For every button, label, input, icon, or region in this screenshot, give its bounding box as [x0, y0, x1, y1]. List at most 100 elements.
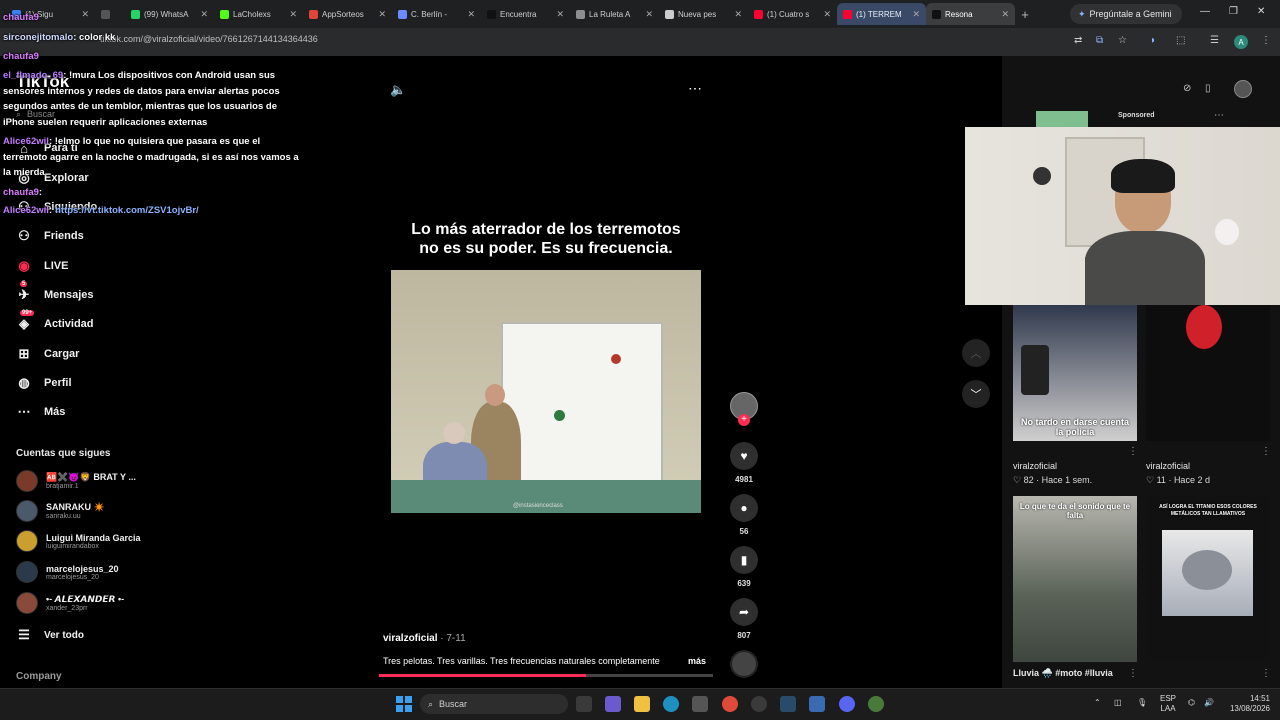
nav-item[interactable]: ✈ 5 Mensajes: [16, 281, 94, 303]
bookmark-star-icon[interactable]: ☆: [1118, 35, 1127, 46]
language-indicator[interactable]: ESP LAA: [1160, 694, 1176, 714]
share-button[interactable]: ➦ 807: [730, 598, 758, 640]
thumb-1-more-icon[interactable]: ⋮: [1128, 446, 1138, 457]
following-account[interactable]: marcelojesus_20 marcelojesus_20: [16, 561, 119, 583]
save-button[interactable]: ▮ 639: [730, 546, 758, 588]
app-icon[interactable]: [809, 696, 825, 712]
tab-close-icon[interactable]: ✕: [1001, 9, 1009, 20]
file-explorer-icon[interactable]: [634, 696, 650, 712]
widgets-icon[interactable]: [605, 696, 621, 712]
like-button[interactable]: ♥ 4981: [730, 442, 758, 484]
thumb-3-more-icon[interactable]: ⋮: [1128, 668, 1138, 679]
video-author[interactable]: viralzoficial · 7-11: [383, 633, 466, 644]
microphone-icon[interactable]: 🎙: [1137, 698, 1147, 707]
device-icon[interactable]: ▯: [1205, 83, 1211, 94]
chat-username[interactable]: Alice62wil: [3, 136, 49, 147]
coin-icon[interactable]: ⊘: [1183, 83, 1191, 94]
following-account[interactable]: 🆎✖️😈🦁 BRAT Y ... bratjamir.1: [16, 470, 136, 492]
chat-username[interactable]: chaufa9: [3, 187, 39, 198]
tray-icon[interactable]: ◫: [1114, 698, 1122, 707]
network-icon[interactable]: ⌬: [1188, 698, 1195, 707]
translate-icon[interactable]: ⇄: [1074, 35, 1082, 46]
browser-tab[interactable]: La Ruleta A ✕: [570, 3, 659, 25]
extensions-icon[interactable]: ⬚: [1176, 35, 1185, 46]
tab-close-icon[interactable]: ✕: [734, 9, 742, 20]
profile-avatar[interactable]: A: [1234, 35, 1248, 49]
gemini-button[interactable]: ✦ Pregúntale a Gemini: [1070, 4, 1182, 24]
chat-username[interactable]: chaufa9: [3, 51, 39, 62]
task-view-icon[interactable]: [576, 696, 592, 712]
sponsored-thumbnail[interactable]: [1036, 111, 1088, 127]
nav-item[interactable]: ⚇ Friends: [16, 228, 84, 244]
nav-item[interactable]: ◍ Perfil: [16, 375, 71, 391]
browser-tab[interactable]: C. Berlín - ✕: [392, 3, 481, 25]
previous-video-button[interactable]: ︿: [962, 339, 990, 367]
browser-tab[interactable]: AppSorteos ✕: [303, 3, 392, 25]
more-button[interactable]: más: [688, 656, 706, 666]
next-video-button[interactable]: ﹀: [962, 380, 990, 408]
chat-username[interactable]: el_flmado_69: [3, 70, 63, 81]
thumbnail-3[interactable]: Lo que te da el sonido que te falta: [1013, 496, 1137, 662]
volume-icon[interactable]: 🔈: [390, 82, 406, 98]
speaker-icon[interactable]: 🔊: [1204, 698, 1214, 707]
thumb-1-account[interactable]: viralzoficial: [1013, 461, 1057, 471]
chat-username[interactable]: chaufa9: [3, 12, 39, 23]
nav-item[interactable]: ◈ 99+ Actividad: [16, 310, 94, 332]
steam-icon[interactable]: [780, 696, 796, 712]
chat-username[interactable]: sirconejitomalo: [3, 32, 73, 43]
tab-close-icon[interactable]: ✕: [378, 9, 386, 20]
browser-tab[interactable]: Resona ✕: [926, 3, 1015, 25]
browser-tab[interactable]: Encuentra ✕: [481, 3, 570, 25]
windows-start-icon[interactable]: [396, 696, 412, 712]
see-all-link[interactable]: ☰ Ver todo: [16, 627, 84, 643]
tab-close-icon[interactable]: ✕: [467, 9, 475, 20]
app-2-icon[interactable]: [868, 696, 884, 712]
music-disc[interactable]: [730, 650, 758, 678]
tab-close-icon[interactable]: ✕: [556, 9, 564, 20]
nav-item[interactable]: ◉ LIVE: [16, 258, 68, 274]
tab-close-icon[interactable]: ✕: [823, 9, 831, 20]
thumbnail-1[interactable]: No tardo en darse cuenta la policia: [1013, 305, 1137, 441]
thumbnail-4[interactable]: ASÍ LOGRA EL TITANIO ESOS COLORES METÁLI…: [1146, 496, 1270, 662]
edge-icon[interactable]: [663, 696, 679, 712]
chat-username[interactable]: Alice62wil: [3, 205, 49, 216]
install-icon[interactable]: ⧉: [1096, 35, 1103, 46]
video-more-icon[interactable]: ⋯: [688, 80, 702, 97]
following-account[interactable]: Luigui Miranda Garcia luiguimirandabox: [16, 530, 141, 552]
discord-icon[interactable]: [839, 696, 855, 712]
thumb-4-more-icon[interactable]: ⋮: [1261, 668, 1271, 679]
close-window-icon[interactable]: ✕: [1257, 6, 1265, 17]
new-tab-button[interactable]: +: [1015, 7, 1035, 22]
browser-tab[interactable]: (1) TERREM ✕: [837, 3, 926, 25]
follow-plus-icon[interactable]: +: [738, 414, 750, 426]
taskbar-search[interactable]: ⌕ Buscar: [420, 694, 568, 714]
browser-tab[interactable]: (1) Cuatro s ✕: [748, 3, 837, 25]
tab-close-icon[interactable]: ✕: [912, 9, 920, 20]
restore-icon[interactable]: ❐: [1229, 6, 1238, 17]
chat-link[interactable]: https://vt.tiktok.com/ZSV1ojvBr/: [55, 205, 199, 216]
comment-button[interactable]: ● 56: [730, 494, 758, 536]
following-account[interactable]: SANRAKU ✴️ sanraku.uu: [16, 500, 105, 522]
sponsored-more-icon[interactable]: ⋯: [1214, 110, 1224, 121]
user-avatar[interactable]: [1234, 80, 1252, 98]
menu-dots-icon[interactable]: ⋮: [1261, 35, 1271, 46]
thumbnail-2[interactable]: [1146, 305, 1270, 441]
nav-item[interactable]: ⋯ Más: [16, 404, 66, 420]
thumb-2-account[interactable]: viralzoficial: [1146, 461, 1190, 471]
browser-tab[interactable]: Nueva pes ✕: [659, 3, 748, 25]
thumb-3-account[interactable]: Lluvia 🌧️ #moto #lluvia: [1013, 668, 1113, 679]
clock[interactable]: 14:51 13/08/2026: [1222, 694, 1270, 714]
extension-bubble-icon[interactable]: ◗: [1150, 35, 1156, 46]
company-link[interactable]: Company: [16, 671, 62, 682]
following-account[interactable]: •- 𝘼𝙇𝙀𝙓𝘼𝙉𝘿𝙀𝙍 •- xander_23prr: [16, 592, 124, 614]
minimize-icon[interactable]: —: [1200, 6, 1210, 17]
tab-close-icon[interactable]: ✕: [645, 9, 653, 20]
creator-avatar[interactable]: +: [730, 392, 758, 426]
store-icon[interactable]: [692, 696, 708, 712]
reading-list-icon[interactable]: ☰: [1210, 35, 1219, 46]
video-player[interactable]: @instasienceclass: [391, 270, 701, 513]
tray-chevron-icon[interactable]: ⌃: [1094, 698, 1101, 707]
obs-icon[interactable]: [751, 696, 767, 712]
video-progress-bar[interactable]: [379, 674, 713, 677]
nav-item[interactable]: ⊞ Cargar: [16, 346, 80, 362]
